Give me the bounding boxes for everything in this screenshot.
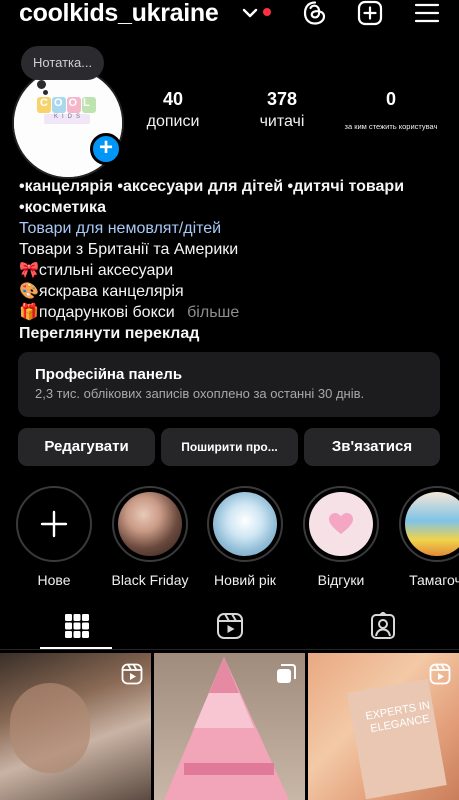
highlight-label: Тамагочі (409, 572, 459, 588)
highlight-ring (399, 486, 459, 562)
post-thumbnail[interactable] (154, 653, 305, 800)
highlight-reviews[interactable]: Відгуки (302, 486, 380, 588)
reel-badge-icon (121, 663, 143, 685)
post-thumbnail[interactable] (0, 653, 151, 800)
stat-followers-value: 378 (266, 89, 298, 109)
bio-line: 🎁подарункові бокси (19, 304, 175, 321)
bio-line: •канцелярія •аксесуари для дітей •дитячі… (19, 178, 405, 195)
bio-more-link[interactable]: більше (187, 304, 239, 321)
stat-posts[interactable]: 40 дописи (141, 89, 205, 131)
reels-icon[interactable] (216, 612, 244, 640)
highlight-tamagotchi[interactable]: Тамагочі (398, 486, 459, 588)
highlight-thumbnail (309, 492, 373, 556)
highlight-thumbnail (118, 492, 182, 556)
highlight-label: Нове (37, 572, 71, 588)
tab-divider (0, 649, 459, 650)
edit-profile-button[interactable]: Редагувати (18, 428, 155, 466)
see-translation-link[interactable]: Переглянути переклад (19, 323, 449, 344)
highlight-label: Black Friday (111, 572, 189, 588)
bio-category-link[interactable]: Товари для немовлят/дітей (19, 218, 449, 239)
avatar-logo-text: COOL (40, 97, 96, 109)
stat-posts-label: дописи (146, 113, 200, 130)
stat-following-value: 0 (385, 89, 396, 109)
bio-line-with-more: 🎁подарункові бокси більше (19, 302, 449, 323)
professional-dashboard[interactable]: Професійна панель 2,3 тис. облікових зап… (18, 352, 440, 417)
avatar-logo-sub: KIDS (54, 114, 85, 120)
post-image-detail (10, 683, 90, 773)
highlight-ring (303, 486, 379, 562)
menu-icon[interactable] (414, 0, 440, 26)
reel-badge-icon (429, 663, 451, 685)
grid-icon[interactable] (63, 612, 91, 640)
share-profile-button[interactable]: Поширити про... (161, 428, 298, 466)
stat-followers[interactable]: 378 читачі (250, 89, 314, 131)
note-bubble-tail-small (43, 90, 48, 95)
username-title[interactable]: coolkids_ukraine (19, 0, 219, 28)
stat-followers-label: читачі (259, 113, 305, 130)
chevron-down-icon[interactable] (241, 4, 259, 22)
contact-button[interactable]: Зв'язатися (304, 428, 440, 466)
highlight-new-year[interactable]: Новий рік (206, 486, 284, 588)
heart-icon (329, 513, 353, 534)
post-thumbnail[interactable]: EXPERTS IN ELEGANCE (308, 653, 459, 800)
pro-panel-title: Професійна панель (35, 366, 183, 383)
bio-line: 🎨яскрава канцелярія (19, 283, 184, 300)
plus-icon (40, 510, 68, 538)
bio-line: Товари з Британії та Америки (19, 241, 239, 258)
note-bubble-tail (37, 80, 46, 89)
highlight-label: Відгуки (317, 572, 365, 588)
notification-dot (263, 8, 271, 16)
create-plus-icon[interactable] (357, 0, 383, 26)
carousel-badge-icon (277, 664, 296, 683)
highlight-new[interactable]: Нове (15, 486, 93, 588)
bio-line: 🎀стильні аксесуари (19, 262, 174, 279)
highlight-thumbnail (405, 492, 459, 556)
highlight-ring (112, 486, 188, 562)
highlight-thumbnail (213, 492, 277, 556)
profile-bio: •канцелярія •аксесуари для дітей •дитячі… (19, 176, 449, 344)
highlight-ring (207, 486, 283, 562)
stat-posts-value: 40 (162, 89, 184, 109)
stat-following-label: за ким стежить користувач (344, 122, 438, 131)
tagged-icon[interactable] (369, 612, 397, 640)
note-bubble[interactable]: Нотатка... (21, 46, 105, 80)
highlight-ring (16, 486, 92, 562)
add-story-icon[interactable]: + (90, 133, 122, 165)
bio-line: •косметика (19, 199, 106, 216)
highlight-label: Новий рік (214, 572, 276, 588)
pro-panel-subtitle: 2,3 тис. облікових записів охоплено за о… (35, 386, 365, 401)
profile-header: coolkids_ukraine (0, 0, 459, 30)
stat-following[interactable]: 0 за ким стежить користувач (340, 89, 442, 131)
highlight-black-friday[interactable]: Black Friday (111, 486, 189, 588)
threads-icon[interactable] (302, 0, 328, 26)
